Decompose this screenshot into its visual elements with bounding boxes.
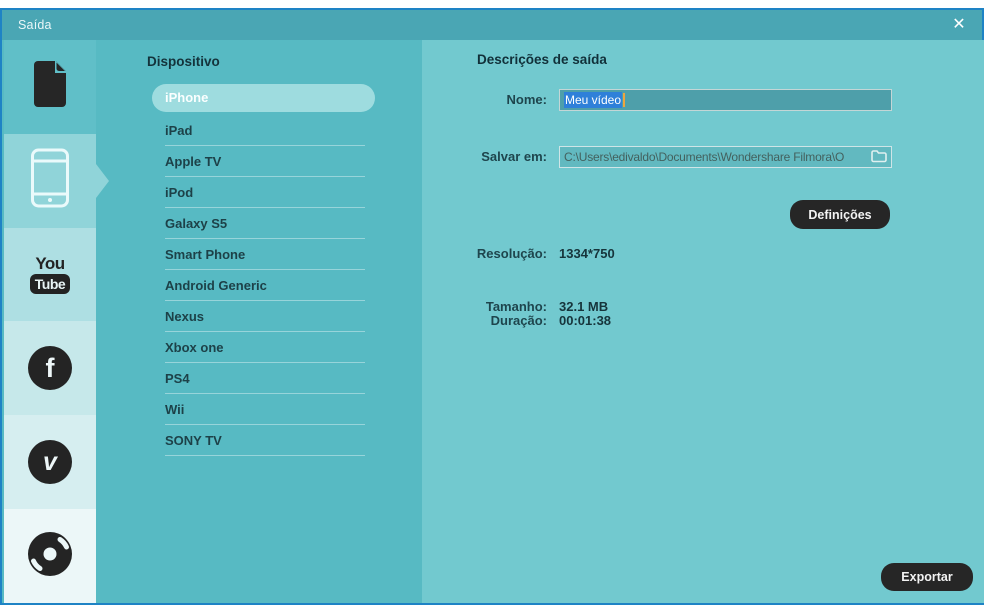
device-list-item[interactable]: Nexus xyxy=(165,301,365,332)
youtube-icon-you: You xyxy=(35,254,65,274)
vimeo-icon: v xyxy=(28,440,72,485)
output-panel: Descrições de saída Nome: Meu vídeo Salv… xyxy=(422,40,984,603)
save-path-input[interactable]: C:\Users\edivaldo\Documents\Wondershare … xyxy=(559,146,892,168)
youtube-icon-tube: Tube xyxy=(29,274,71,295)
device-list-item[interactable]: Wii xyxy=(165,394,365,425)
output-panel-title: Descrições de saída xyxy=(477,52,607,67)
device-label: Smart Phone xyxy=(165,247,246,262)
device-list-item[interactable]: Galaxy S5 xyxy=(165,208,365,239)
device-label: Wii xyxy=(165,402,185,417)
close-icon[interactable]: ✕ xyxy=(946,10,972,40)
save-path-label: Salvar em: xyxy=(481,149,547,164)
device-label: PS4 xyxy=(165,371,190,386)
sidebar: You Tube f v xyxy=(4,40,109,603)
tab-facebook[interactable]: f xyxy=(4,321,96,416)
youtube-icon: You Tube xyxy=(29,254,71,295)
duration-label: Duração: xyxy=(490,313,547,328)
device-label: iPad xyxy=(165,123,193,138)
settings-button[interactable]: Definições xyxy=(790,200,890,229)
folder-icon[interactable] xyxy=(871,149,887,166)
resolution-value: 1334*750 xyxy=(559,246,615,261)
export-dialog-window: Saída ✕ You Tube f v Dispositivo iPhone … xyxy=(0,8,984,605)
device-label: Xbox one xyxy=(165,340,224,355)
device-label: SONY TV xyxy=(165,433,222,448)
resolution-label: Resolução: xyxy=(476,246,547,261)
device-label: Galaxy S5 xyxy=(165,216,228,231)
dialog-body: You Tube f v Dispositivo iPhone iPad App… xyxy=(2,40,984,603)
tab-device[interactable] xyxy=(4,133,109,228)
duration-value: 00:01:38 xyxy=(559,313,612,328)
tab-local-file[interactable] xyxy=(4,40,96,134)
device-panel-title: Dispositivo xyxy=(147,54,220,69)
document-icon xyxy=(31,60,69,113)
titlebar: Saída ✕ xyxy=(2,10,982,40)
device-label: Apple TV xyxy=(165,154,222,169)
window-title: Saída xyxy=(18,18,52,32)
export-button[interactable]: Exportar xyxy=(881,563,973,591)
device-panel: Dispositivo iPhone iPad Apple TV iPod Ga… xyxy=(96,40,422,603)
device-label: Android Generic xyxy=(165,278,267,293)
facebook-icon: f xyxy=(28,346,72,391)
device-list-item[interactable]: Xbox one xyxy=(165,332,365,363)
device-list-item[interactable]: Android Generic xyxy=(165,270,365,301)
device-label: iPhone xyxy=(165,90,209,105)
name-input-value: Meu vídeo xyxy=(564,92,623,108)
text-caret xyxy=(623,93,626,107)
device-list-item[interactable]: Smart Phone xyxy=(165,239,365,270)
device-list-item[interactable]: iPad xyxy=(165,115,365,146)
device-list-item[interactable]: Apple TV xyxy=(165,146,365,177)
device-label: Nexus xyxy=(165,309,205,324)
device-list-item[interactable]: iPhone xyxy=(152,84,375,112)
tab-vimeo[interactable]: v xyxy=(4,415,96,510)
save-path-value: C:\Users\edivaldo\Documents\Wondershare … xyxy=(564,150,845,164)
facebook-glyph: f xyxy=(45,353,55,384)
tab-dvd[interactable] xyxy=(4,509,96,603)
vimeo-glyph: v xyxy=(43,448,57,477)
name-label: Nome: xyxy=(506,92,547,107)
device-label: iPod xyxy=(165,185,194,200)
device-list-item[interactable]: iPod xyxy=(165,177,365,208)
device-list-item[interactable]: PS4 xyxy=(165,363,365,394)
name-input[interactable]: Meu vídeo xyxy=(559,89,892,111)
smartphone-icon xyxy=(29,148,71,213)
device-list: iPhone iPad Apple TV iPod Galaxy S5 Smar… xyxy=(152,84,392,456)
dvd-disc-icon xyxy=(27,531,73,582)
tab-youtube[interactable]: You Tube xyxy=(4,227,96,322)
device-list-item[interactable]: SONY TV xyxy=(165,425,365,456)
